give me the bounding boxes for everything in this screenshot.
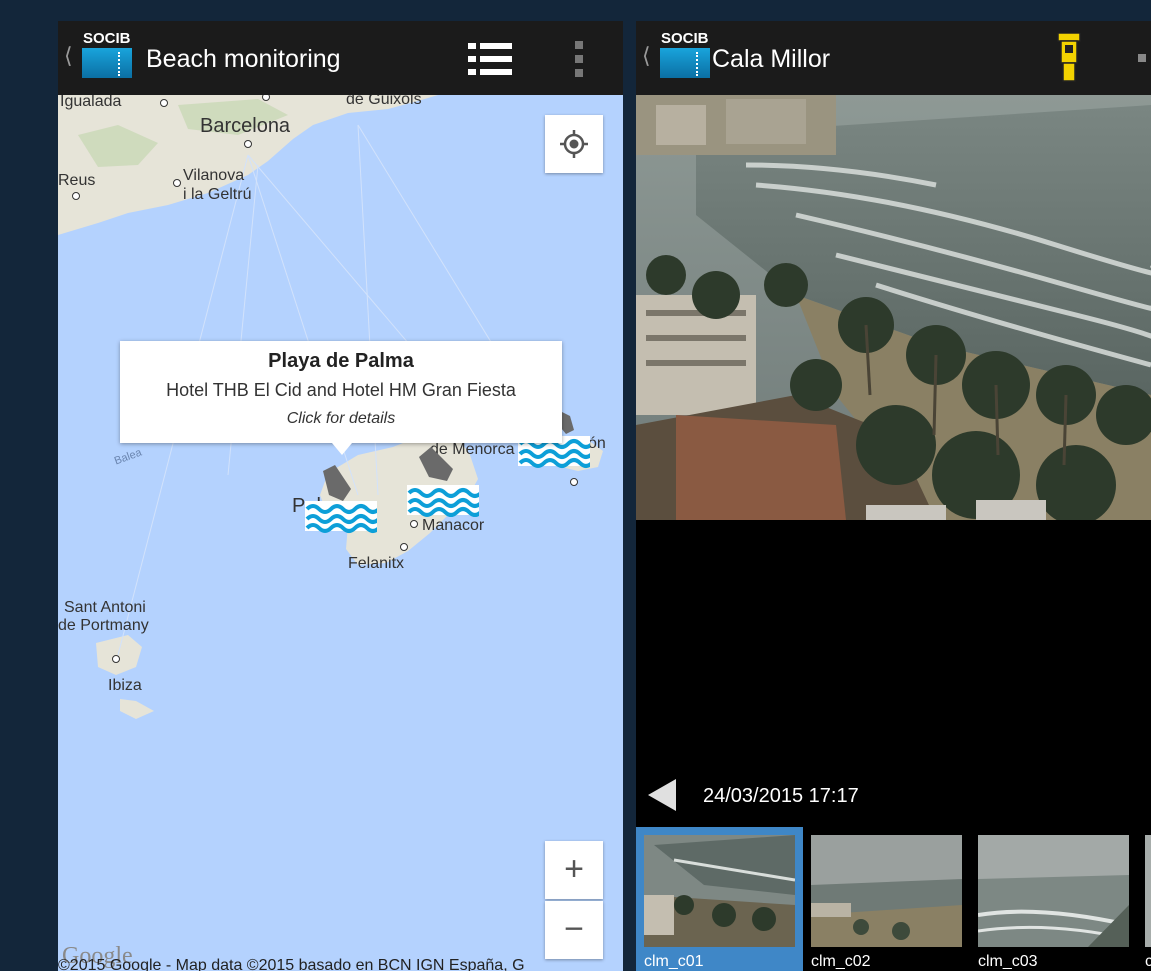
my-location-button[interactable]	[545, 115, 603, 173]
logo-text: SOCIB	[661, 30, 709, 47]
map-label-guixols: de Guixols	[346, 95, 422, 108]
map-dot	[112, 655, 120, 663]
map-label-vilanova: Vilanova	[183, 167, 245, 184]
map-copyright: ©2015 Google - Map data ©2015 basado en …	[58, 957, 525, 971]
beach-description: Hotel THB El Cid and Hotel HM Gran Fiest…	[166, 380, 516, 400]
webcam-image[interactable]	[636, 95, 1151, 520]
map-dot	[570, 478, 578, 486]
map-dot	[160, 99, 168, 107]
map-dot	[173, 179, 181, 187]
beach-name: Playa de Palma	[268, 350, 414, 372]
cala-millor-screen: ⟨ SOCIB Cala Millor 24/03/2015 17:17 clm…	[636, 21, 1151, 971]
socib-logo[interactable]: SOCIB	[658, 30, 712, 80]
thumbnail-clm-c03[interactable]: clm_c03	[970, 827, 1137, 971]
thumbnail-label: c	[1145, 953, 1151, 970]
thumbnail-clm-c02[interactable]: clm_c02	[803, 827, 970, 971]
info-window-pointer	[332, 443, 352, 455]
map-label-ibiza: Ibiza	[108, 677, 142, 694]
map-dot	[410, 520, 418, 528]
back-chevron-icon[interactable]: ⟨	[64, 43, 73, 69]
logo-text: SOCIB	[83, 30, 131, 47]
image-timestamp: 24/03/2015 17:17	[703, 785, 859, 807]
overflow-menu-icon[interactable]	[1138, 54, 1150, 64]
map-label-santantoni: Sant Antoni	[64, 599, 146, 616]
thumbnail-label: clm_c02	[811, 953, 871, 970]
thumbnail-image	[811, 835, 962, 947]
info-window[interactable]: Playa de Palma Hotel THB El Cid and Hote…	[120, 341, 562, 443]
map-label-reus: Reus	[58, 172, 96, 189]
beach-photo	[636, 95, 1151, 520]
app-bar: ⟨ SOCIB Beach monitoring	[58, 21, 623, 95]
thumbnail-label: clm_c03	[978, 953, 1038, 970]
back-chevron-icon[interactable]: ⟨	[642, 43, 651, 69]
crosshair-icon	[560, 130, 588, 158]
map-label-geltru: i la Geltrú	[183, 186, 252, 203]
overflow-menu-icon[interactable]	[574, 41, 584, 77]
map-view[interactable]: Igualada de Guixols Barcelona Reus Vilan…	[58, 95, 623, 971]
beach-marker-palma[interactable]	[305, 465, 377, 535]
page-title: Cala Millor	[712, 45, 831, 73]
beach-monitoring-screen: ⟨ SOCIB Beach monitoring Igualada de Gui…	[58, 21, 623, 971]
thumbnail-image	[644, 835, 795, 947]
zoom-in-button[interactable]: +	[545, 841, 603, 899]
map-label-igualada: Igualada	[60, 95, 122, 110]
socib-logo[interactable]: SOCIB	[80, 30, 134, 80]
list-view-icon[interactable]	[468, 43, 514, 75]
beach-marker-manacor[interactable]	[407, 447, 479, 517]
thumbnail-clm-c01[interactable]: clm_c01	[636, 827, 803, 971]
app-bar: ⟨ SOCIB Cala Millor	[636, 21, 1151, 95]
click-for-details-link[interactable]: Click for details	[120, 410, 562, 428]
map-label-portmany: de Portmany	[58, 617, 149, 634]
map-dot	[72, 192, 80, 200]
previous-arrow-icon[interactable]	[648, 779, 676, 811]
lifeguard-tower-icon[interactable]	[1054, 33, 1084, 83]
map-dot	[244, 140, 252, 148]
thumbnail-label: clm_c01	[644, 953, 704, 970]
thumbnail-image	[978, 835, 1129, 947]
page-title: Beach monitoring	[146, 45, 341, 73]
map-label-mahon: ón	[588, 435, 606, 452]
map-label-felanitx: Felanitx	[348, 555, 405, 572]
zoom-out-button[interactable]: −	[545, 901, 603, 959]
thumbnail-partial[interactable]: c	[1137, 827, 1151, 971]
map-label-barcelona: Barcelona	[200, 115, 291, 137]
map-dot	[400, 543, 408, 551]
map-label-manacor: Manacor	[422, 517, 485, 534]
